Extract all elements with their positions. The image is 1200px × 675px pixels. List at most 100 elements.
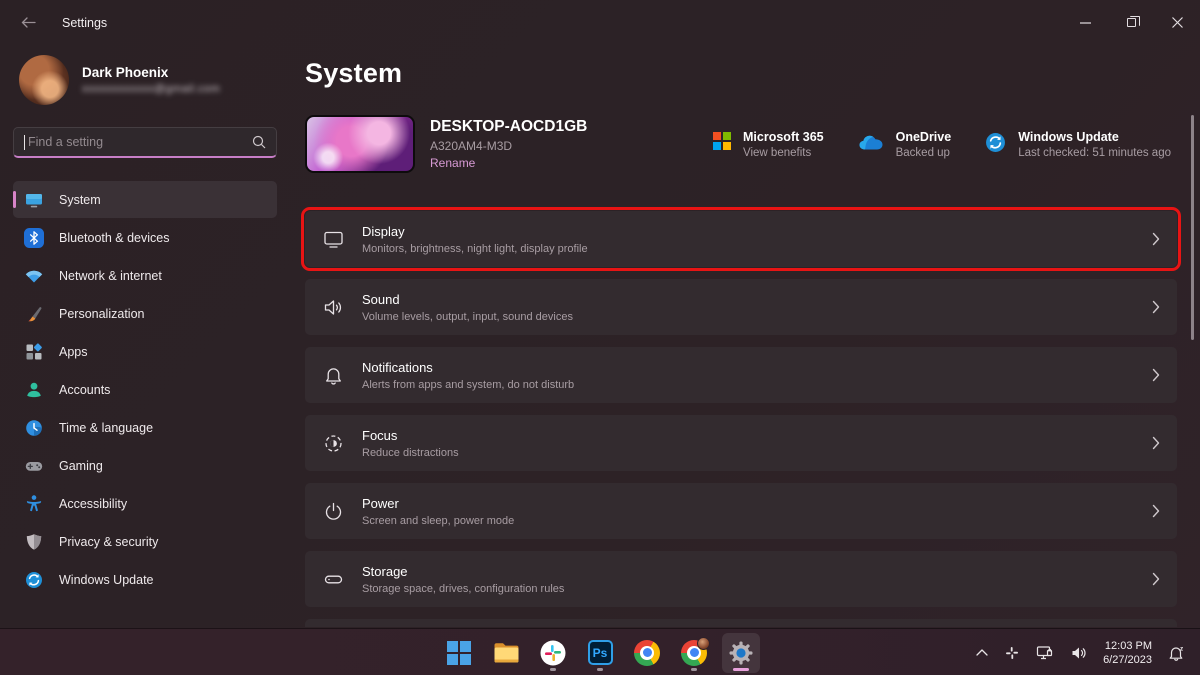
search-icon [252, 135, 266, 149]
restore-icon[interactable] [1108, 0, 1154, 45]
tray-chevron-up-icon[interactable] [971, 637, 993, 669]
sidebar-item-label: Network & internet [59, 269, 162, 283]
scrollbar-thumb[interactable] [1191, 115, 1194, 340]
clock-time: 12:03 PM [1103, 639, 1152, 653]
file-explorer-icon[interactable] [487, 633, 525, 673]
sidebar-item-label: Accessibility [59, 497, 127, 511]
chevron-right-icon [1152, 232, 1160, 246]
profile-email-blurred: xxxxxxxxxxxx@gmail.com [82, 83, 220, 95]
row-subtitle: Screen and sleep, power mode [362, 515, 514, 527]
profile-name: Dark Phoenix [82, 65, 220, 80]
display-icon [322, 228, 345, 251]
sidebar-item-bluetooth-devices[interactable]: Bluetooth & devices [13, 219, 277, 256]
chrome-logo-icon [681, 640, 707, 666]
gear-icon [728, 640, 754, 666]
settings-row-notifications[interactable]: Notifications Alerts from apps and syste… [305, 347, 1177, 403]
back-arrow-icon[interactable] [12, 9, 44, 37]
sidebar-item-label: Accounts [59, 383, 110, 397]
settings-row-power[interactable]: Power Screen and sleep, power mode [305, 483, 1177, 539]
status-card-title: Microsoft 365 [743, 130, 824, 144]
clock-icon [24, 418, 44, 438]
settings-row-storage[interactable]: Storage Storage space, drives, configura… [305, 551, 1177, 607]
main-content: System DESKTOP-AOCD1GB A320AM4-M3D Renam… [290, 45, 1200, 628]
microsoft-365-card[interactable]: Microsoft 365 View benefits [713, 130, 824, 159]
avatar [19, 55, 69, 105]
status-cards: Microsoft 365 View benefits OneDrive Bac… [713, 130, 1177, 159]
chevron-right-icon [1152, 436, 1160, 450]
sidebar-item-windows-update[interactable]: Windows Update [13, 561, 277, 598]
update-arrows-icon [24, 570, 44, 590]
svg-text:z: z [1180, 645, 1184, 652]
notifications-bell-icon [322, 364, 345, 387]
ps-logo: Ps [588, 640, 613, 665]
chrome-logo-icon [634, 640, 660, 666]
sidebar-item-accounts[interactable]: Accounts [13, 371, 277, 408]
sidebar-item-system[interactable]: System [13, 181, 277, 218]
sidebar-item-apps[interactable]: Apps [13, 333, 277, 370]
storage-drive-icon [322, 568, 345, 591]
row-subtitle: Alerts from apps and system, do not dist… [362, 379, 574, 391]
chrome-icon[interactable] [628, 633, 666, 673]
sidebar-item-label: Apps [59, 345, 88, 359]
row-title: Sound [362, 292, 573, 307]
status-card-subtitle: Backed up [896, 147, 952, 159]
row-title: Power [362, 496, 514, 511]
text-caret [24, 135, 25, 150]
clock-date: 6/27/2023 [1103, 653, 1152, 667]
slack-tray-icon[interactable] [1000, 637, 1024, 669]
settings-taskbar-icon[interactable] [722, 633, 760, 673]
chevron-right-icon [1152, 368, 1160, 382]
taskbar-clock[interactable]: 12:03 PM 6/27/2023 [1099, 639, 1156, 667]
sidebar-item-time-language[interactable]: Time & language [13, 409, 277, 446]
windows-update-icon [985, 132, 1006, 153]
chevron-right-icon [1152, 572, 1160, 586]
slack-icon[interactable] [534, 633, 572, 673]
device-model: A320AM4-M3D [430, 139, 587, 153]
status-card-subtitle: View benefits [743, 147, 824, 159]
sidebar-item-accessibility[interactable]: Accessibility [13, 485, 277, 522]
start-button[interactable] [440, 633, 478, 673]
minimize-icon[interactable] [1062, 0, 1108, 45]
microsoft-365-logo [713, 132, 731, 150]
running-indicator-dot [550, 668, 556, 671]
gamepad-icon [24, 456, 44, 476]
sidebar-item-privacy-security[interactable]: Privacy & security [13, 523, 277, 560]
onedrive-cloud-icon [858, 133, 884, 151]
taskbar-app-icons: Ps [440, 629, 760, 675]
ethernet-network-icon[interactable] [1031, 637, 1059, 669]
sidebar-item-personalization[interactable]: Personalization [13, 295, 277, 332]
taskbar: Ps [0, 628, 1200, 675]
system-monitor-icon [24, 190, 44, 210]
sidebar-item-label: Time & language [59, 421, 153, 435]
profile-card[interactable]: Dark Phoenix xxxxxxxxxxxx@gmail.com [13, 51, 277, 105]
rename-link[interactable]: Rename [430, 156, 587, 170]
apps-grid-icon [24, 342, 44, 362]
settings-row-sound[interactable]: Sound Volume levels, output, input, soun… [305, 279, 1177, 335]
do-not-disturb-bell-icon[interactable]: z [1163, 637, 1190, 669]
onedrive-card[interactable]: OneDrive Backed up [858, 130, 952, 159]
row-title: Display [362, 224, 588, 239]
settings-row-focus[interactable]: Focus Reduce distractions [305, 415, 1177, 471]
chrome-profile-icon[interactable] [675, 633, 713, 673]
row-subtitle: Monitors, brightness, night light, displ… [362, 243, 588, 255]
device-header: DESKTOP-AOCD1GB A320AM4-M3D Rename Micro… [305, 114, 1177, 174]
close-icon[interactable] [1154, 0, 1200, 45]
settings-row-partial[interactable] [305, 619, 1177, 627]
running-indicator-dot [691, 668, 697, 671]
power-icon [322, 500, 345, 523]
status-card-title: OneDrive [896, 130, 952, 144]
settings-row-display[interactable]: Display Monitors, brightness, night ligh… [305, 211, 1177, 267]
sidebar-item-gaming[interactable]: Gaming [13, 447, 277, 484]
sidebar-nav: System Bluetooth & devices Network & int… [13, 181, 277, 598]
search-placeholder: Find a setting [28, 135, 252, 149]
sidebar-item-network-internet[interactable]: Network & internet [13, 257, 277, 294]
volume-icon[interactable] [1066, 637, 1092, 669]
active-app-indicator [733, 668, 749, 671]
windows-update-card[interactable]: Windows Update Last checked: 51 minutes … [985, 130, 1171, 159]
search-input[interactable]: Find a setting [13, 127, 277, 158]
sidebar-item-label: Windows Update [59, 573, 154, 587]
accessibility-icon [24, 494, 44, 514]
page-title: System [305, 58, 1177, 89]
photoshop-icon[interactable]: Ps [581, 633, 619, 673]
row-subtitle: Volume levels, output, input, sound devi… [362, 311, 573, 323]
